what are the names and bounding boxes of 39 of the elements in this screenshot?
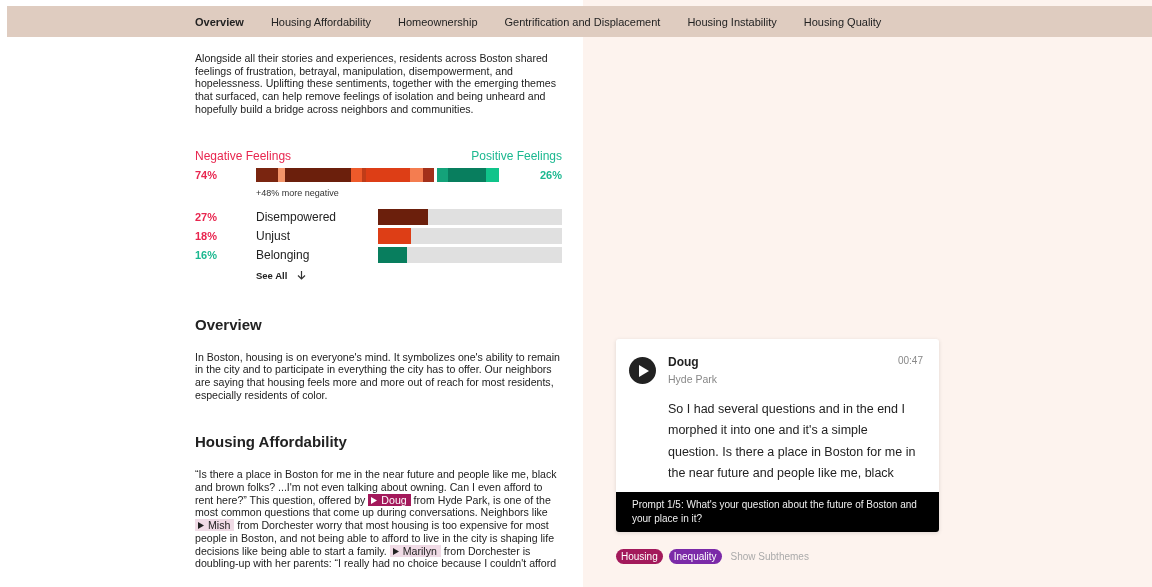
percent-label: 16% — [195, 249, 219, 261]
legend-label: Negative Feelings — [195, 148, 292, 163]
intro-paragraph: Alongside all their stories and experiences, residents across Boston shared feelings of frustration, betrayal, manipulation, disempowerment, and hopelessness. Uplifting these sentiments, together with the emerging themes that surfaced, can help remove feelings of isolation and being unheard and hopefully build a bridge across neighbors and communities. — [195, 52, 557, 116]
nav-tab[interactable]: Housing Quality — [803, 15, 882, 28]
play-button[interactable] — [629, 357, 656, 384]
feeling-label: Belonging — [256, 248, 311, 262]
nav-tab[interactable]: Overview — [195, 15, 244, 28]
nav-tab[interactable]: Housing Instability — [687, 15, 777, 28]
play-icon — [371, 496, 378, 504]
arrow-down-icon — [297, 270, 307, 280]
theme-tag[interactable]: Housing — [616, 549, 663, 564]
speaker-location: Hyde Park — [668, 373, 719, 385]
speaker-link[interactable]: Marilyn — [389, 544, 441, 557]
see-all-button[interactable]: See All — [256, 266, 307, 284]
section-heading: Overview — [195, 315, 263, 333]
feeling-label: Unjust — [256, 229, 291, 243]
nav-tab[interactable]: Homeownership — [398, 15, 478, 28]
percent-label: 74% — [195, 168, 219, 181]
section-paragraph: “Is there a place in Boston for me in the near future and people like me, black and brown folks? ...I'm not even talking about owning. Can I even afford to rent here?” This question, offered by Doug from Hyde Park, is one of the most common questions that come up during conversations. Neighbors like Mish from Dorchester worry that most housing is too expensive for most people in Boston, and not being able to afford to live in the city is shaping life decisions like being able to start a family. Marilyn from Dorchester is doubling-up with her parents: “I really had no choice because I couldn't afford — [195, 468, 558, 570]
percent-label: 26% — [538, 168, 562, 181]
nav-tab[interactable]: Housing Affordability — [270, 15, 371, 28]
theme-tag[interactable]: Inequality — [668, 549, 722, 564]
prompt-text: Prompt 1/5: What's your question about the future of Boston and your place in it? — [616, 492, 939, 532]
speaker-link[interactable]: Doug — [368, 493, 411, 506]
difference-note: +48% more negative — [256, 187, 340, 198]
transcript-text: So I had several questions and in the end I morphed it into one and it's a simple question. Is there a place in Boston for me in the near future and people like me, black — [668, 401, 917, 483]
play-icon — [639, 364, 649, 377]
nav-tab[interactable]: Gentrification and Displacement — [504, 15, 661, 28]
legend-label: Positive Feelings — [471, 148, 562, 163]
percent-label: 18% — [195, 230, 219, 242]
percent-label: 27% — [195, 211, 219, 223]
section-paragraph: In Boston, housing is on everyone's mind. It symbolizes one's ability to remain in the city and to participate in everything the city has to offer. Our neighbors are saying that housing feels more and more out of reach for most residents, especially residents of color. — [195, 350, 561, 402]
play-icon — [198, 522, 204, 530]
feeling-label: Disempowered — [256, 210, 338, 224]
speaker-name: Doug — [668, 355, 700, 369]
section-heading: Housing Affordability — [195, 433, 348, 451]
play-icon — [392, 547, 399, 555]
duration-label: 00:47 — [897, 355, 923, 368]
speaker-link[interactable]: Mish — [195, 519, 235, 532]
